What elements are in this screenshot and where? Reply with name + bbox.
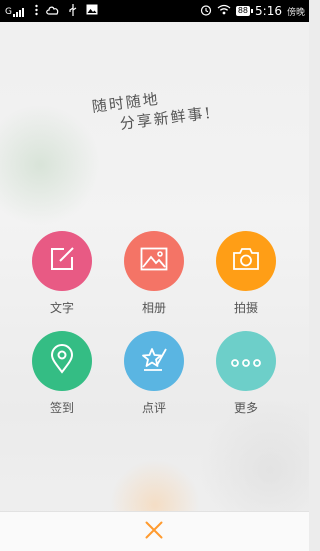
camera-icon — [232, 247, 260, 275]
action-checkin[interactable]: 签到 — [22, 331, 102, 426]
picture-icon — [140, 247, 168, 275]
action-label: 点评 — [141, 401, 166, 415]
action-label: 相册 — [141, 301, 166, 315]
more-icon — [231, 352, 261, 371]
star-pen-icon — [140, 345, 168, 377]
location-pin-icon — [50, 344, 74, 378]
action-more[interactable]: 更多 — [206, 331, 286, 426]
action-label: 文字 — [49, 301, 74, 315]
action-circle[interactable] — [32, 231, 92, 291]
action-circle[interactable] — [124, 331, 184, 391]
action-circle[interactable] — [124, 231, 184, 291]
action-circle[interactable] — [32, 331, 92, 391]
close-icon — [145, 521, 163, 543]
action-album[interactable]: 相册 — [114, 231, 194, 326]
action-circle[interactable] — [216, 231, 276, 291]
action-camera[interactable]: 拍摄 — [206, 231, 286, 326]
action-circle[interactable] — [216, 331, 276, 391]
action-label: 拍摄 — [233, 301, 258, 315]
action-label: 更多 — [233, 401, 258, 415]
slogan: 随时随地 分享新鲜事! — [0, 0, 309, 150]
bottom-bar — [0, 511, 309, 551]
action-text[interactable]: 文字 — [22, 231, 102, 326]
action-label: 签到 — [49, 401, 74, 415]
edit-icon — [49, 246, 75, 276]
close-button[interactable] — [140, 518, 168, 546]
action-review[interactable]: 点评 — [114, 331, 194, 426]
